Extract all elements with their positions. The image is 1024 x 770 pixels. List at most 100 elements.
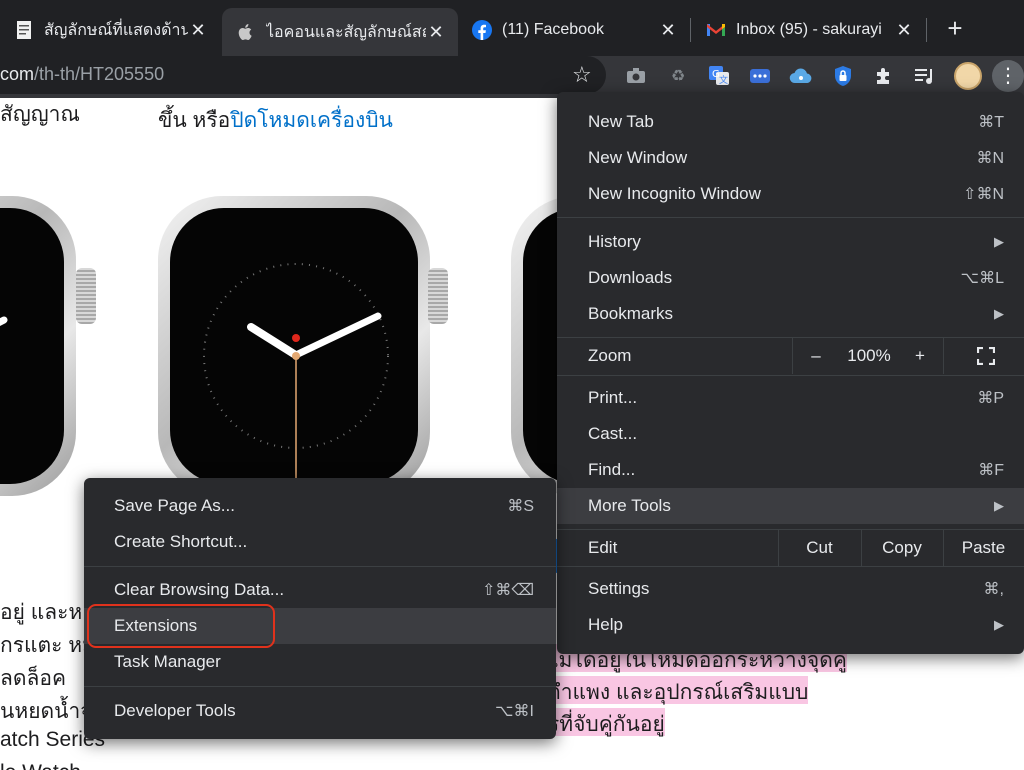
menu-item-more-tools[interactable]: More Tools ▶ [557, 488, 1024, 524]
menu-item-shortcut: ⇧⌘N [963, 186, 1004, 203]
menu-item-shortcut: ⌘T [978, 114, 1004, 131]
password-icon[interactable] [748, 64, 772, 88]
menu-divider [84, 686, 556, 687]
menu-divider [557, 566, 1024, 567]
chrome-menu-button[interactable]: ⋮ [992, 60, 1024, 92]
zoom-level: 100% [847, 346, 891, 365]
body-text: นหยดน้ำจ [0, 700, 93, 723]
svg-text:文: 文 [719, 74, 728, 86]
tab-facebook[interactable]: (11) Facebook ✕ [458, 8, 690, 52]
apple-favicon-icon [238, 24, 252, 40]
edit-row: Edit Cut Copy Paste [557, 530, 1024, 566]
menu-item-history[interactable]: History ▶ [557, 224, 1024, 260]
edit-label: Edit [588, 538, 618, 557]
menu-item-label: Find... [588, 460, 636, 479]
submenu-item-clear-browsing-data[interactable]: Clear Browsing Data... ⇧⌘⌫ [84, 572, 556, 608]
menu-item-new-window[interactable]: New Window ⌘N [557, 140, 1024, 176]
zoom-row: Zoom – 100% + [557, 338, 1024, 374]
chrome-main-menu: New Tab ⌘T New Window ⌘N New Incognito Win… [557, 92, 1024, 654]
menu-item-new-tab[interactable]: New Tab ⌘T [557, 104, 1024, 140]
facebook-favicon-icon [472, 20, 492, 40]
zoom-in-button[interactable]: + [909, 338, 931, 374]
menu-item-bookmarks[interactable]: Bookmarks ▶ [557, 296, 1024, 332]
close-tab-icon[interactable]: ✕ [188, 20, 208, 41]
menu-item-settings[interactable]: Settings ⌘, [557, 571, 1024, 607]
copy-button[interactable]: Copy [861, 530, 943, 566]
menu-item-find[interactable]: Find... ⌘F [557, 452, 1024, 488]
menu-item-shortcut: ⌘S [507, 498, 534, 515]
airplane-mode-link[interactable]: ปิดโหมดเครื่องบิน [230, 109, 393, 132]
tab-strip: สัญลักษณ์ที่แสดงด้านบน ✕ ไอคอนและสัญลักษ… [0, 0, 1024, 56]
body-text: ขึ้น หรือปิดโหมดเครื่องบิน [158, 104, 393, 137]
extensions-highlight-ring [87, 604, 275, 648]
menu-item-label: Downloads [588, 268, 673, 287]
menu-item-cast[interactable]: Cast... [557, 416, 1024, 452]
camera-icon[interactable] [624, 64, 648, 88]
tab-separator [926, 18, 927, 42]
body-text-fragment: ขึ้น หรือ [158, 109, 231, 132]
menu-item-label: More Tools [588, 496, 671, 515]
menu-item-shortcut: ⌘N [976, 150, 1004, 167]
gmail-favicon-icon [707, 24, 725, 36]
url-host: com [0, 64, 35, 84]
new-tab-button[interactable]: + [942, 15, 968, 42]
menu-item-label: New Incognito Window [588, 184, 761, 203]
close-tab-icon[interactable]: ✕ [426, 22, 446, 43]
menu-item-label: Bookmarks [588, 304, 674, 323]
menu-item-print[interactable]: Print... ⌘P [557, 380, 1024, 416]
menu-item-shortcut: ⌘, [983, 581, 1004, 598]
cut-button[interactable]: Cut [778, 530, 861, 566]
menu-item-label: Settings [588, 579, 650, 598]
tab-apple-icons[interactable]: ไอคอนและสัญลักษณ์สถ ✕ [222, 8, 458, 56]
media-queue-icon[interactable] [913, 64, 937, 88]
menu-divider [557, 217, 1024, 218]
menu-item-label: Cast... [588, 424, 638, 443]
recycle-icon[interactable]: ♻ [666, 64, 690, 88]
highlighted-text: กำแพง และอุปกรณ์เสริมแบบ [548, 676, 809, 704]
submenu-item-save-page-as[interactable]: Save Page As... ⌘S [84, 488, 556, 524]
paste-button[interactable]: Paste [943, 530, 1024, 566]
menu-item-label: New Tab [588, 112, 654, 131]
menu-item-shortcut: ⌘P [977, 390, 1004, 407]
body-text: ลดล็อค [0, 667, 67, 690]
zoom-out-button[interactable]: – [805, 338, 827, 374]
zoom-label: Zoom [588, 346, 632, 365]
close-tab-icon[interactable]: ✕ [658, 20, 678, 41]
menu-item-label: Create Shortcut... [114, 532, 248, 551]
body-text: le Watch [0, 761, 81, 770]
menu-divider [557, 375, 1024, 376]
menu-item-shortcut: ⌘F [978, 462, 1004, 479]
close-tab-icon[interactable]: ✕ [894, 20, 914, 41]
menu-item-label: Help [588, 615, 623, 634]
bookmark-star-icon[interactable]: ☆ [572, 62, 592, 88]
menu-item-shortcut: ⌥⌘L [960, 270, 1004, 287]
body-text: กรแตะ หมู่ [0, 634, 96, 657]
cloud-icon[interactable] [789, 64, 813, 88]
body-text: สัญญาณ [0, 103, 80, 126]
submenu-item-developer-tools[interactable]: Developer Tools ⌥⌘I [84, 693, 556, 729]
submenu-arrow-icon: ▶ [994, 306, 1004, 321]
zoom-divider [792, 338, 793, 374]
submenu-arrow-icon: ▶ [994, 617, 1004, 632]
menu-item-new-incognito-window[interactable]: New Incognito Window ⇧⌘N [557, 176, 1024, 212]
menu-item-shortcut: ⇧⌘⌫ [481, 582, 534, 599]
menu-item-label: Print... [588, 388, 638, 407]
extensions-puzzle-icon[interactable] [872, 64, 896, 88]
menu-item-shortcut: ⌥⌘I [495, 703, 534, 720]
menu-item-downloads[interactable]: Downloads ⌥⌘L [557, 260, 1024, 296]
lock-icon[interactable] [831, 64, 855, 88]
tab-symbols[interactable]: สัญลักษณ์ที่แสดงด้านบน ✕ [0, 8, 220, 52]
tab-title: ไอคอนและสัญลักษณ์สถ [266, 23, 426, 41]
url-text[interactable]: com/th-th/HT205550 [0, 64, 164, 85]
menu-item-help[interactable]: Help ▶ [557, 607, 1024, 643]
tab-gmail[interactable]: Inbox (95) - sakurayi ✕ [692, 8, 926, 52]
submenu-item-task-manager[interactable]: Task Manager [84, 644, 556, 680]
menu-divider [84, 566, 556, 567]
submenu-item-create-shortcut[interactable]: Create Shortcut... [84, 524, 556, 560]
fullscreen-icon[interactable] [975, 338, 997, 374]
profile-avatar[interactable] [954, 62, 982, 90]
document-favicon-icon [17, 21, 31, 39]
clock-hands-icon [0, 316, 8, 327]
address-bar[interactable]: com/th-th/HT205550 ☆ [0, 56, 606, 94]
translate-icon[interactable]: G文 [707, 64, 731, 88]
